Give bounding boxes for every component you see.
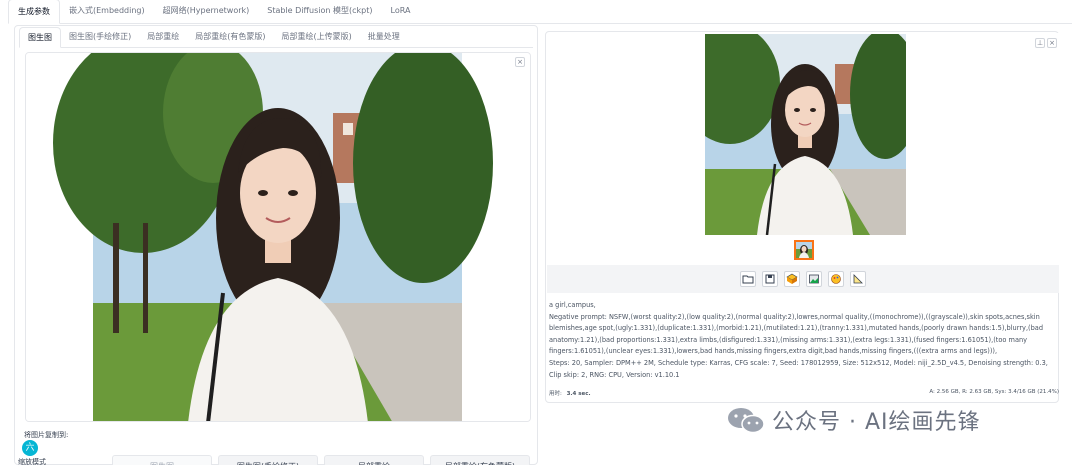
prompt-text: a girl,campus, [549,301,596,309]
ruler-icon[interactable] [850,271,866,287]
output-toolbar [547,265,1059,293]
tab-lora[interactable]: LoRA [382,0,420,23]
output-image[interactable] [705,34,906,235]
wechat-icon [728,408,765,434]
params-text: Steps: 20, Sampler: DPM++ 2M, Schedule t… [549,358,1048,379]
input-image [26,53,530,421]
copy-to-inpaint-button[interactable]: 局部重绘 [324,455,424,465]
resize-mode-label: 缩放模式 [18,458,46,465]
copy-to-inpaint-sketch-button[interactable]: 局部重绘(有色蒙版) [430,455,530,465]
memory-stats: A: 2.56 GB, R: 2.63 GB, Sys: 3.4/16 GB (… [929,389,1059,395]
tab-hypernetwork[interactable]: 超网络(Hypernetwork) [154,0,259,23]
subtab-batch[interactable]: 批量处理 [360,27,408,47]
watermark-text: 公众号 · AI绘画先锋 [772,410,981,435]
save-icon[interactable] [762,271,778,287]
watermark: 公众号 · AI绘画先锋 [726,404,981,436]
img2img-subtab-bar: 图生图 图生图(手绘修正) 局部重绘 局部重绘(有色蒙版) 局部重绘(上传蒙版)… [19,27,533,48]
subtab-inpaint-upload[interactable]: 局部重绘(上传蒙版) [274,27,360,47]
image-icon[interactable] [806,271,822,287]
time-value: 3.4 sec. [566,391,591,397]
output-thumbnail[interactable] [794,240,814,260]
subtab-inpaint-sketch[interactable]: 局部重绘(有色蒙版) [187,27,273,47]
download-icon[interactable]: ⊥ [1035,38,1045,48]
close-output-close-icon[interactable]: × [1047,38,1057,48]
subtab-img2img[interactable]: 图生图 [19,27,61,48]
tab-embedding[interactable]: 嵌入式(Embedding) [60,0,154,23]
negative-prompt-text: Negative prompt: NSFW,(worst quality:2),… [549,312,1044,356]
copy-to-sketch-button[interactable]: 图生图(手绘修正) [218,455,318,465]
avatar[interactable]: 六 [22,440,38,456]
copy-image-to-label: 将图片复制到: [24,431,69,439]
folder-icon[interactable] [740,271,756,287]
copy-to-img2img-button[interactable]: 图生图 [112,455,212,465]
output-gallery: ⊥ × [547,33,1059,265]
input-image-area[interactable]: × [25,52,531,422]
generation-info: a girl,campus, Negative prompt: NSFW,(wo… [549,300,1059,381]
tab-checkpoint[interactable]: Stable Diffusion 模型(ckpt) [258,0,381,23]
tab-generation-params[interactable]: 生成参数 [8,0,60,24]
palette-icon[interactable] [828,271,844,287]
clear-image-close-icon[interactable]: × [515,57,525,67]
zip-icon[interactable] [784,271,800,287]
subtab-sketch[interactable]: 图生图(手绘修正) [61,27,139,47]
time-label: 用时: [549,391,562,397]
img2img-panel: 图生图 图生图(手绘修正) 局部重绘 局部重绘(有色蒙版) 局部重绘(上传蒙版)… [14,25,538,465]
top-tab-bar: 生成参数 嵌入式(Embedding) 超网络(Hypernetwork) St… [8,0,1072,24]
subtab-inpaint[interactable]: 局部重绘 [139,27,187,47]
generation-stats: 用时: 3.4 sec. A: 2.56 GB, R: 2.63 GB, Sys… [549,389,1059,399]
